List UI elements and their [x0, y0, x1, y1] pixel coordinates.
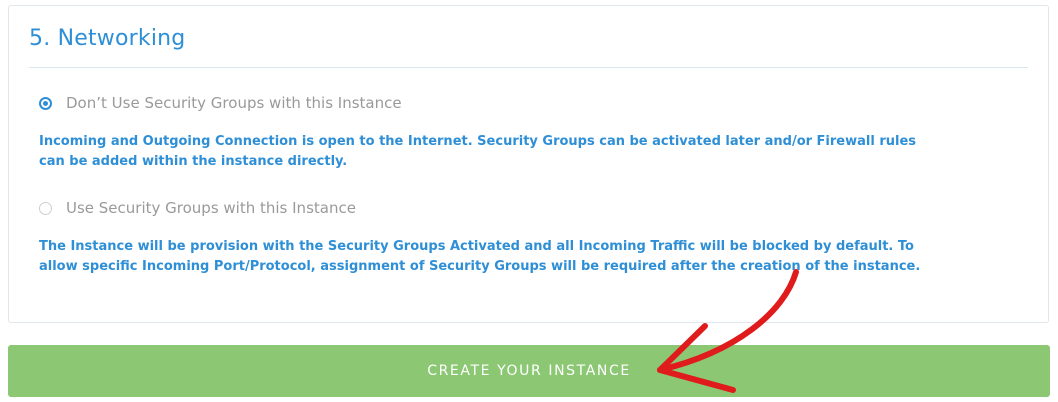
create-instance-button[interactable]: CREATE YOUR INSTANCE	[8, 345, 1050, 397]
option-no-security-groups[interactable]: Don’t Use Security Groups with this Inst…	[39, 94, 402, 112]
section-divider	[29, 67, 1028, 68]
networking-panel: 5. Networking Don’t Use Security Groups …	[8, 5, 1049, 323]
section-title: 5. Networking	[29, 26, 186, 51]
option-description: Incoming and Outgoing Connection is open…	[39, 134, 917, 169]
option-label: Don’t Use Security Groups with this Inst…	[66, 94, 402, 112]
radio-unchecked-icon[interactable]	[39, 201, 52, 215]
option-description: The Instance will be provision with the …	[39, 239, 921, 274]
option-use-security-groups[interactable]: Use Security Groups with this Instance	[39, 199, 356, 217]
option-label: Use Security Groups with this Instance	[66, 199, 356, 217]
radio-checked-icon[interactable]	[39, 96, 52, 110]
